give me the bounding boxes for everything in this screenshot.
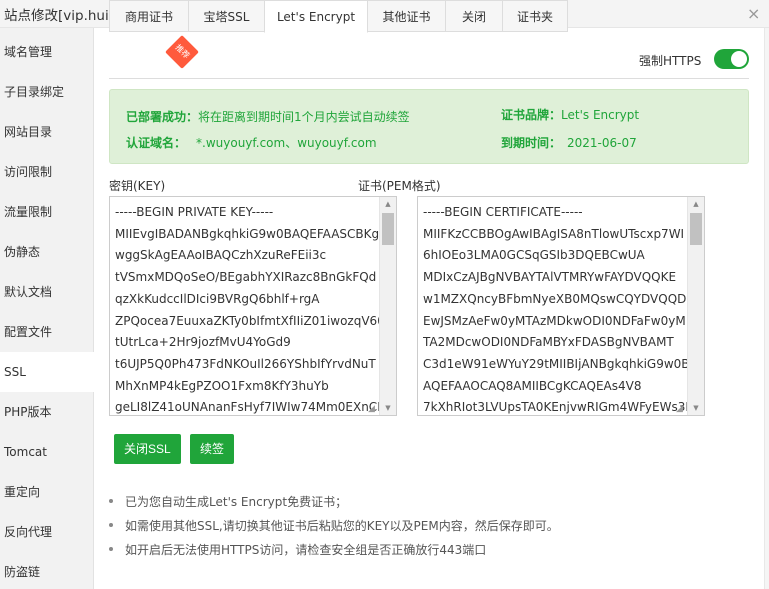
cert-line: -----BEGIN CERTIFICATE----- <box>423 205 583 219</box>
sidebar-item-subdir[interactable]: 子目录绑定 <box>0 72 94 112</box>
tab-bt-ssl[interactable]: 宝塔SSL <box>188 0 265 32</box>
key-content: -----BEGIN PRIVATE KEY----- MIIEvgIBADAN… <box>115 202 383 415</box>
key-line: tUtrLca+2Hr9jozfMvU4YoGd9 <box>115 335 291 350</box>
key-line: geLI8lZ41oUNAnanFsHyf7IWIw74Mm0EXnCK <box>115 400 383 415</box>
key-line: tVSmxMDQoSeO/BEgabhYXIRazc8BnGkFQd <box>115 270 377 285</box>
sidebar-item-php[interactable]: PHP版本 <box>0 392 94 432</box>
key-line: t6UJP5Q0Ph473FdNKOuIl266YShbIfYrvdNuT <box>115 356 376 371</box>
sidebar-item-access-limit[interactable]: 访问限制 <box>0 152 94 192</box>
sidebar-item-tomcat[interactable]: Tomcat <box>0 432 94 472</box>
sidebar: 域名管理 子目录绑定 网站目录 访问限制 流量限制 伪静态 默认文档 配置文件 … <box>0 28 95 589</box>
scroll-up-icon[interactable]: ▲ <box>688 197 704 211</box>
key-line: wggSkAgEAAoIBAQCzhXzuReFEii3c <box>115 248 327 263</box>
cert-line: TA2MDcwODI0NDFaMBYxFDASBgNVBAMT <box>423 335 674 350</box>
tab-cert-folder[interactable]: 证书夹 <box>502 0 568 32</box>
key-textarea[interactable]: -----BEGIN PRIVATE KEY----- MIIEvgIBADAN… <box>109 196 397 416</box>
scroll-thumb[interactable] <box>690 213 702 245</box>
resize-grip-icon[interactable]: ◢ <box>676 404 686 414</box>
recommend-badge: 推荐 <box>165 35 199 69</box>
cert-content: -----BEGIN CERTIFICATE----- MIIFKzCCBBOg… <box>423 202 691 415</box>
window-edge <box>764 28 769 589</box>
expire-row: 到期时间： 2021-06-07 <box>501 134 637 151</box>
sidebar-item-config[interactable]: 配置文件 <box>0 312 94 352</box>
bullet-icon <box>109 547 113 551</box>
cert-textarea[interactable]: -----BEGIN CERTIFICATE----- MIIFKzCCBBOg… <box>417 196 705 416</box>
domain-row: 认证域名： *.wuyouyf.com、wuyouyf.com <box>126 134 377 151</box>
force-https-label: 强制HTTPS <box>639 54 702 68</box>
brand-value: Let's Encrypt <box>561 108 640 122</box>
sidebar-item-traffic-limit[interactable]: 流量限制 <box>0 192 94 232</box>
cert-label: 证书(PEM格式) <box>358 179 441 193</box>
brand-row: 证书品牌：Let's Encrypt <box>501 106 639 123</box>
domain-value: *.wuyouyf.com、wuyouyf.com <box>196 136 377 150</box>
cert-line: EwJSMzAeFw0yMTAzMDkwODI0NDFaFw0yM <box>423 313 686 328</box>
scroll-down-icon[interactable]: ▼ <box>380 401 396 415</box>
key-line: -----BEGIN PRIVATE KEY----- <box>115 205 274 219</box>
key-label: 密钥(KEY) <box>109 179 166 193</box>
cert-line: w1MZXQncyBFbmNyeXB0MQswCQYDVQQD <box>423 291 687 306</box>
bullet-icon <box>109 523 113 527</box>
key-line: ZPQocea7EuuxaZKTy0bIfmtXfIIiZ01iwozqV60 <box>115 313 383 328</box>
tab-other-cert[interactable]: 其他证书 <box>367 0 446 32</box>
key-line: qzXkKudccIlDIci9BVRgQ6bhlf+rgA <box>115 291 320 306</box>
key-line: MIIEvgIBADANBgkqhkiG9w0BAQEFAASCBKg <box>115 226 380 241</box>
renew-button[interactable]: 续签 <box>190 434 235 464</box>
cert-line: MDIxCzAJBgNVBAYTAlVTMRYwFAYDVQQKE <box>423 270 677 285</box>
sidebar-item-ssl[interactable]: SSL <box>0 352 95 392</box>
cert-line: MIIFKzCCBBOgAwIBAgISA8nTlowUTscxp7WI <box>423 226 685 241</box>
sidebar-item-redirect[interactable]: 重定向 <box>0 472 94 512</box>
cert-line: AQEFAAOCAQ8AMIIBCgKCAQEAs4V8 <box>423 378 642 393</box>
tab-underline <box>109 78 749 79</box>
cert-line: 7kXhRIot3LVUpsTA0KEnjvwRIGm4WFyEWs3P <box>423 400 691 415</box>
bullet-icon <box>109 499 113 503</box>
close-ssl-button[interactable]: 关闭SSL <box>114 434 181 464</box>
resize-grip-icon[interactable]: ◢ <box>368 404 378 414</box>
brand-key: 证书品牌： <box>501 108 562 122</box>
sidebar-item-domain[interactable]: 域名管理 <box>0 32 94 72</box>
tab-commercial-cert[interactable]: 商用证书 <box>109 0 189 32</box>
sidebar-item-reverse-proxy[interactable]: 反向代理 <box>0 512 94 552</box>
cert-info-box: 已部署成功：将在距离到期时间1个月内尝试自动续签 证书品牌：Let's Encr… <box>109 89 749 164</box>
expire-value: 2021-06-07 <box>567 136 637 150</box>
scroll-up-icon[interactable]: ▲ <box>380 197 396 211</box>
expire-key: 到期时间： <box>501 136 562 150</box>
toggle-knob <box>731 51 747 67</box>
sidebar-item-default-doc[interactable]: 默认文档 <box>0 272 94 312</box>
tab-lets-encrypt[interactable]: Let's Encrypt <box>264 0 368 33</box>
scroll-thumb[interactable] <box>382 213 394 245</box>
tab-close[interactable]: 关闭 <box>445 0 503 32</box>
cert-line: 6hIOEo3LMA0GCSqGSIb3DQEBCwUA <box>423 248 645 263</box>
cert-line: C3d1eW91eWYuY29tMIIBIjANBgkqhkiG9w0B <box>423 356 690 371</box>
sidebar-item-site-dir[interactable]: 网站目录 <box>0 112 94 152</box>
deployed-value: 将在距离到期时间1个月内尝试自动续签 <box>198 110 410 124</box>
domain-key: 认证域名： <box>126 136 187 150</box>
sidebar-item-hotlink[interactable]: 防盗链 <box>0 552 94 589</box>
cert-scrollbar[interactable]: ▲ ▼ <box>687 197 704 415</box>
scroll-down-icon[interactable]: ▼ <box>688 401 704 415</box>
deployed-key: 已部署成功： <box>126 110 199 124</box>
key-line: MhXnMP4kEgPZOO1Fxm8KfY3huYb <box>115 378 329 393</box>
key-scrollbar[interactable]: ▲ ▼ <box>379 197 396 415</box>
deployed-row: 已部署成功：将在距离到期时间1个月内尝试自动续签 <box>126 108 410 125</box>
force-https-toggle[interactable] <box>714 49 749 69</box>
close-icon[interactable]: × <box>747 4 769 24</box>
sidebar-item-rewrite[interactable]: 伪静态 <box>0 232 94 272</box>
